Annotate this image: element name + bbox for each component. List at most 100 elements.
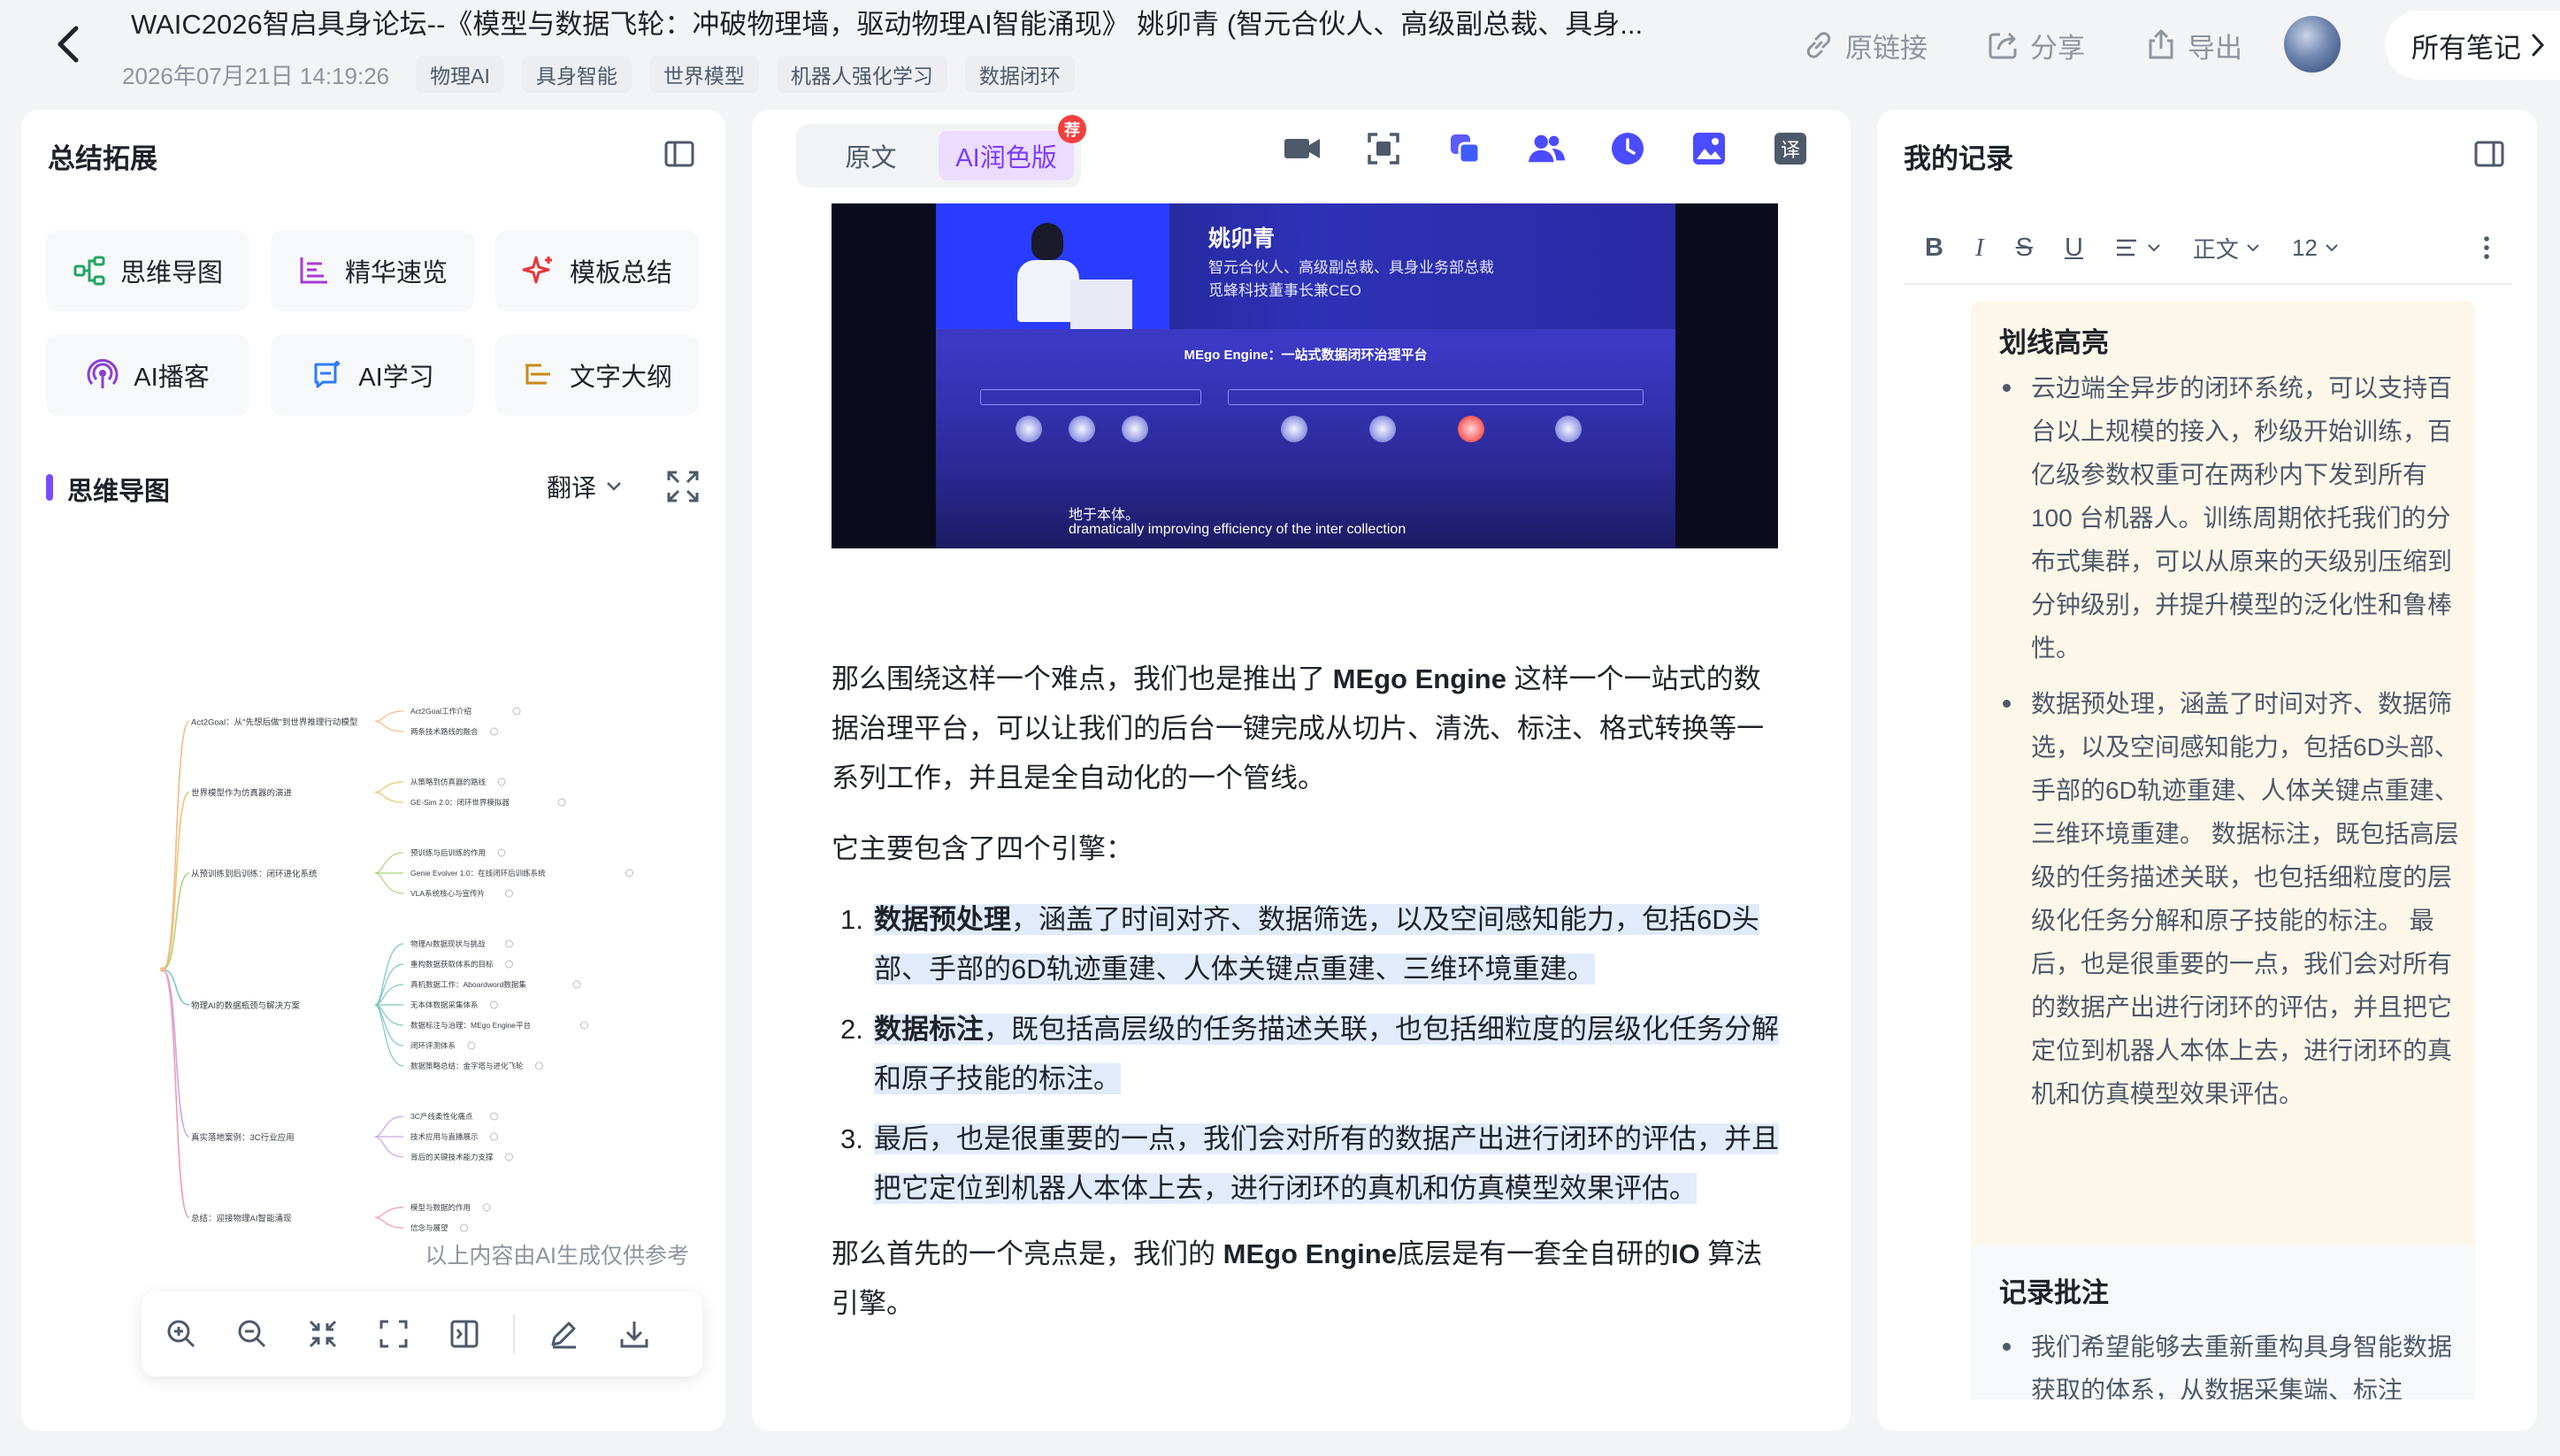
list-item[interactable]: 3. 最后，也是很重要的一点，我们会对所有的数据产出进行闭环的评估，并且把它定位到… xyxy=(832,1115,1787,1214)
images-button[interactable] xyxy=(1690,129,1728,168)
page-title: WAIC2026智启具身论坛--《模型与数据飞轮：冲破物理墙，驱动物理AI智能涌… xyxy=(131,9,1644,40)
export-button[interactable]: 导出 xyxy=(2143,26,2242,65)
mindmap-expand-toggle[interactable] xyxy=(505,1153,513,1161)
underline-button[interactable]: U xyxy=(2065,234,2083,263)
mindmap-expand-toggle[interactable] xyxy=(625,869,633,877)
tag[interactable]: 数据闭环 xyxy=(964,56,1075,93)
tab-original[interactable]: 原文 xyxy=(803,131,939,180)
zoom-in-button[interactable] xyxy=(159,1312,203,1356)
video-player[interactable]: 姚卯青 智元合伙人、高级副总裁、具身业务部总裁 觅蜂科技董事长兼CEO MEgo… xyxy=(832,203,1778,548)
mindmap-branch-node[interactable]: 总结：迎接物理AI智能涌现 xyxy=(191,1214,292,1224)
mindmap-leaf-node[interactable]: 模型与数据的作用 xyxy=(410,1203,471,1212)
video-button[interactable] xyxy=(1283,129,1322,168)
mindmap-leaf-node[interactable]: 信念与展望 xyxy=(410,1223,448,1232)
mindmap-expand-toggle[interactable] xyxy=(505,960,513,969)
tag[interactable]: 机器人强化学习 xyxy=(776,56,947,93)
screenshot-button[interactable] xyxy=(1364,129,1403,168)
mindmap-leaf-node[interactable]: Genie Evolver 1.0：在线闭环后训练系统 xyxy=(410,869,546,877)
timeline-button[interactable] xyxy=(1608,129,1647,168)
all-notes-button[interactable]: 所有笔记 xyxy=(2385,11,2560,80)
mindmap-leaf-node[interactable]: 物理AI数据现状与挑战 xyxy=(410,939,486,948)
mindmap-leaf-node[interactable]: GE-Sim 2.0：闭环世界模拟器 xyxy=(410,798,510,807)
mindmap-expand-toggle[interactable] xyxy=(482,1203,491,1212)
translate-dropdown[interactable]: 翻译 xyxy=(547,469,623,504)
zoom-out-button[interactable] xyxy=(230,1312,274,1356)
mindmap-leaf-node[interactable]: 技术应用与直播展示 xyxy=(410,1132,479,1141)
mindmap-leaf-node[interactable]: 从策略到仿真器的路线 xyxy=(410,778,487,786)
tag[interactable]: 世界模型 xyxy=(648,56,759,93)
collapse-notes-button[interactable] xyxy=(2472,136,2507,172)
mindmap-expand-toggle[interactable] xyxy=(490,1000,498,1009)
list-item[interactable]: 云边端全异步的闭环系统，可以支持百台以上规模的接入，秒级开始训练，百亿级参数权重… xyxy=(1999,366,2459,670)
copy-button[interactable] xyxy=(1445,129,1484,168)
expand-mindmap-button[interactable] xyxy=(662,465,704,508)
mindmap-expand-toggle[interactable] xyxy=(490,1112,498,1121)
avatar[interactable] xyxy=(2284,16,2341,73)
mindmap-leaf-node[interactable]: 无本体数据采集体系 xyxy=(410,1000,479,1009)
mindmap-leaf-node[interactable]: 3C产线柔性化痛点 xyxy=(410,1112,473,1121)
mindmap-canvas[interactable]: Act2Goal：从"先想后做"到世界推理行动模型 Act2Goal工作介绍两条技… xyxy=(154,694,649,1330)
strikethrough-button[interactable]: S xyxy=(2016,234,2033,263)
mindmap-expand-toggle[interactable] xyxy=(460,1223,468,1232)
mindmap-expand-toggle[interactable] xyxy=(467,1041,476,1050)
mindmap-expand-toggle[interactable] xyxy=(512,707,521,716)
bold-button[interactable]: B xyxy=(1925,234,1943,263)
mindmap-expand-toggle[interactable] xyxy=(572,980,581,989)
more-options-button[interactable] xyxy=(2482,234,2491,261)
mindmap-leaf-node[interactable]: 预训练与后训练的作用 xyxy=(410,848,486,857)
fit-view-button[interactable] xyxy=(372,1312,416,1356)
ai-learn-card[interactable]: AI学习 xyxy=(271,334,474,416)
tab-ai-polished[interactable]: AI润色版 xyxy=(939,131,1074,180)
mindmap-leaf-node[interactable]: 真机数据工作：Aboardword数据集 xyxy=(410,980,526,989)
align-dropdown[interactable] xyxy=(2115,237,2161,258)
template-summary-card[interactable]: 模板总结 xyxy=(495,230,699,311)
text-outline-card-label: 文字大纲 xyxy=(569,364,672,392)
tag[interactable]: 具身智能 xyxy=(521,56,632,93)
highlights-card[interactable]: 精华速览 xyxy=(271,230,474,311)
mindmap-leaf-node[interactable]: 闭环评测体系 xyxy=(410,1041,456,1050)
italic-button[interactable]: I xyxy=(1975,234,1984,263)
back-button[interactable] xyxy=(48,19,88,69)
list-item[interactable]: 数据预处理，涵盖了时间对齐、数据筛选，以及空间感知能力，包括6D头部、手部的6D… xyxy=(1999,682,2459,1115)
text-outline-card[interactable]: 文字大纲 xyxy=(495,334,699,416)
mindmap-expand-toggle[interactable] xyxy=(505,889,513,898)
mindmap-branch-node[interactable]: 真实落地案例：3C行业应用 xyxy=(191,1132,295,1143)
collapse-panel-button[interactable] xyxy=(662,136,697,172)
collapse-nodes-button[interactable] xyxy=(301,1312,345,1356)
mindmap-leaf-node[interactable]: 背后的关键技术能力支撑 xyxy=(410,1153,494,1161)
mindmap-leaf-node[interactable]: 数据策略总结：金字塔与进化飞轮 xyxy=(410,1061,524,1070)
mindmap-leaf-node[interactable]: VLA系统核心与宣传片 xyxy=(410,889,485,898)
font-size-dropdown[interactable]: 12 xyxy=(2292,234,2339,262)
edit-mindmap-button[interactable] xyxy=(541,1312,586,1356)
mindmap-branch-node[interactable]: 物理AI的数据瓶颈与解决方案 xyxy=(191,1000,300,1011)
mindmap-leaf-node[interactable]: 数据标注与治理：MEgo Engine平台 xyxy=(410,1021,531,1030)
mindmap-branch-node[interactable]: Act2Goal：从"先想后做"到世界推理行动模型 xyxy=(191,717,358,728)
toggle-layout-button[interactable] xyxy=(442,1312,487,1356)
mindmap-leaf-node[interactable]: Act2Goal工作介绍 xyxy=(410,707,471,716)
mindmap-expand-toggle[interactable] xyxy=(557,798,566,807)
mindmap-root-node[interactable] xyxy=(160,967,165,972)
mindmap-leaf-node[interactable]: 重构数据获取体系的目标 xyxy=(410,960,494,969)
text-style-dropdown[interactable]: 正文 xyxy=(2193,232,2260,264)
mindmap-card[interactable]: 思维导图 xyxy=(46,230,249,311)
translate-label: 翻译 xyxy=(547,474,597,502)
mindmap-expand-toggle[interactable] xyxy=(497,848,506,857)
mindmap-leaf-node[interactable]: 两条技术路线的融合 xyxy=(410,727,479,736)
tag[interactable]: 物理AI xyxy=(416,56,504,93)
list-item[interactable]: 2. 数据标注，既包括高层级的任务描述关联，也包括细粒度的层级化任务分解和原子技能… xyxy=(832,1005,1787,1104)
mindmap-expand-toggle[interactable] xyxy=(497,778,506,786)
list-item[interactable]: 1. 数据预处理，涵盖了时间对齐、数据筛选，以及空间感知能力，包括6D头部、手部的… xyxy=(832,895,1787,994)
mindmap-expand-toggle[interactable] xyxy=(580,1021,588,1030)
share-button[interactable]: 分享 xyxy=(1986,26,2085,65)
translate-button[interactable]: 译 xyxy=(1771,129,1810,168)
ai-podcast-card[interactable]: AI播客 xyxy=(46,334,249,416)
mindmap-branch-node[interactable]: 世界模型作为仿真器的演进 xyxy=(191,788,293,799)
mindmap-expand-toggle[interactable] xyxy=(535,1061,543,1070)
mindmap-expand-toggle[interactable] xyxy=(490,1132,498,1141)
mindmap-expand-toggle[interactable] xyxy=(505,939,513,948)
mindmap-branch-node[interactable]: 从预训练到后训练：闭环进化系统 xyxy=(191,869,318,879)
original-link-button[interactable]: 原链接 xyxy=(1801,26,1928,65)
speakers-button[interactable] xyxy=(1527,129,1566,168)
mindmap-expand-toggle[interactable] xyxy=(490,727,498,736)
download-mindmap-button[interactable] xyxy=(612,1312,656,1356)
